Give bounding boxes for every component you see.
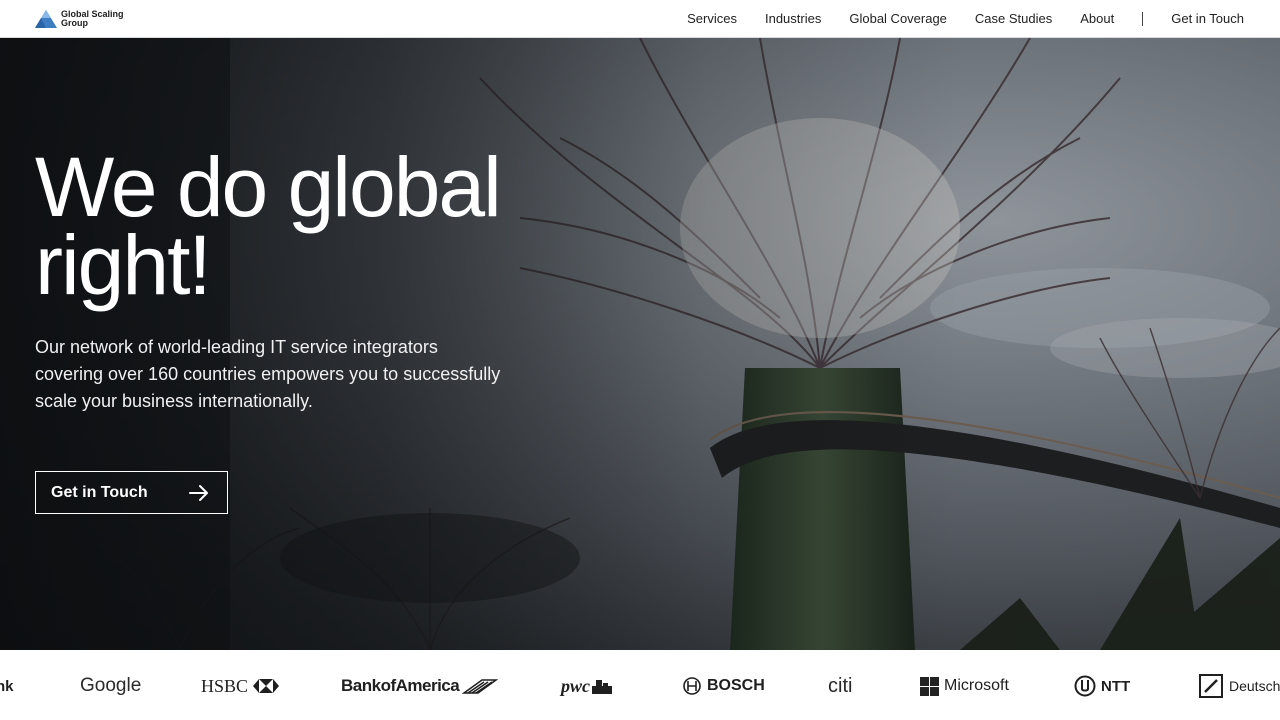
client-logo-bosch: BOSCH: [683, 672, 765, 700]
brand-name: Global Scaling Group: [61, 8, 124, 28]
brand-logo[interactable]: Global Scaling Group: [35, 8, 131, 28]
client-logo-strip: nk Google HSBC BankofAmerica pwc BOSCH c…: [0, 650, 1280, 720]
get-in-touch-label: Get in Touch: [51, 483, 148, 501]
nav-about[interactable]: About: [1080, 11, 1114, 26]
client-logo-google: Google: [80, 675, 142, 696]
client-logo-microsoft: Microsoft: [920, 672, 1009, 700]
client-logo-hsbc: HSBC: [201, 672, 280, 700]
client-logo-bank-partial: nk: [0, 677, 14, 695]
client-logo-bank-of-america: BankofAmerica: [341, 672, 499, 700]
site-header: Global Scaling Group Services Industries…: [0, 0, 1280, 38]
nav-divider: [1142, 11, 1144, 26]
main-nav: Services Industries Global Coverage Case…: [687, 11, 1244, 26]
arrow-right-icon: [189, 484, 208, 501]
client-logo-deutsche-bank: Deutsche: [1199, 672, 1280, 700]
microsoft-grid-icon: [920, 676, 939, 696]
nav-get-in-touch[interactable]: Get in Touch: [1171, 11, 1244, 26]
nav-global-coverage[interactable]: Global Coverage: [849, 11, 947, 26]
hero-section: We do global right! Our network of world…: [0, 38, 1280, 650]
bosch-armature-icon: [683, 677, 701, 695]
nav-case-studies[interactable]: Case Studies: [975, 11, 1052, 26]
triangle-mountain-icon: [35, 9, 57, 28]
nav-industries[interactable]: Industries: [765, 11, 821, 26]
deutsche-bank-slash-icon: [1199, 674, 1223, 698]
ntt-circle-icon: [1074, 675, 1096, 697]
hsbc-hexagon-icon: [253, 679, 280, 693]
nav-services[interactable]: Services: [687, 11, 737, 26]
hero-subtitle: Our network of world-leading IT service …: [35, 337, 501, 411]
client-logo-citi: citi: [828, 674, 853, 697]
client-logo-pwc: pwc: [561, 672, 612, 700]
pwc-blocks-icon: [592, 680, 612, 694]
bank-of-america-flag-icon: [462, 679, 499, 694]
hero-title: We do global right!: [35, 140, 502, 312]
get-in-touch-button[interactable]: Get in Touch: [35, 471, 228, 514]
client-logo-ntt: NTT: [1074, 672, 1130, 700]
